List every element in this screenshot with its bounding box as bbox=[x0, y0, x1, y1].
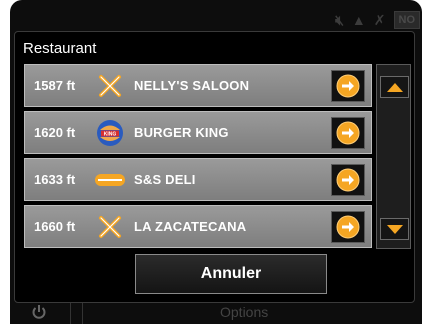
restaurant-name: BURGER KING bbox=[134, 125, 229, 140]
distance-label: 1620 ft bbox=[34, 125, 76, 140]
distance-label: 1633 ft bbox=[34, 172, 76, 187]
warning-icon: ▲ bbox=[351, 12, 366, 28]
options-button[interactable]: Options bbox=[220, 304, 268, 320]
bottom-bar: Options bbox=[10, 303, 422, 324]
satellite-icon: ✗ bbox=[373, 11, 386, 28]
scroll-up-button[interactable] bbox=[380, 76, 409, 98]
list-item[interactable]: 1660 ft LA ZACATECANA bbox=[24, 205, 372, 248]
deli-sandwich-icon bbox=[90, 165, 130, 195]
arrow-right-icon bbox=[336, 215, 360, 239]
status-bar: 🔇︎ ▲ ✗ NO bbox=[335, 10, 422, 30]
go-button[interactable] bbox=[331, 70, 365, 102]
arrow-right-icon bbox=[336, 121, 360, 145]
go-button[interactable] bbox=[331, 211, 365, 243]
list-item[interactable]: 1620 ft KING BURGER KING bbox=[24, 111, 372, 154]
go-button[interactable] bbox=[331, 164, 365, 196]
restaurant-dialog: Restaurant 1587 ft NELLY'S SALOON 1620 f… bbox=[14, 31, 415, 303]
power-icon[interactable] bbox=[32, 304, 46, 324]
distance-label: 1587 ft bbox=[34, 78, 76, 93]
mute-icon: 🔇︎ bbox=[335, 11, 344, 28]
scroll-down-icon bbox=[386, 224, 403, 234]
distance-label: 1660 ft bbox=[34, 219, 76, 234]
status-badge: NO bbox=[393, 11, 420, 29]
burger-king-logo-icon: KING bbox=[90, 118, 130, 148]
restaurant-list: 1587 ft NELLY'S SALOON 1620 ft KING BURG… bbox=[24, 64, 372, 252]
device-screen: 🔇︎ ▲ ✗ NO Restaurant 1587 ft NELLY'S SAL… bbox=[10, 0, 422, 324]
divider bbox=[82, 303, 83, 324]
restaurant-name: S&S DELI bbox=[134, 172, 196, 187]
cutlery-icon bbox=[90, 71, 130, 101]
list-item[interactable]: 1587 ft NELLY'S SALOON bbox=[24, 64, 372, 107]
cancel-button[interactable]: Annuler bbox=[135, 254, 327, 294]
svg-text:KING: KING bbox=[104, 131, 117, 137]
go-button[interactable] bbox=[331, 117, 365, 149]
arrow-right-icon bbox=[336, 168, 360, 192]
scroll-down-button[interactable] bbox=[380, 218, 409, 240]
divider bbox=[70, 303, 71, 324]
scrollbar[interactable] bbox=[376, 64, 411, 249]
cutlery-icon bbox=[90, 212, 130, 242]
restaurant-name: LA ZACATECANA bbox=[134, 219, 247, 234]
list-item[interactable]: 1633 ft S&S DELI bbox=[24, 158, 372, 201]
restaurant-name: NELLY'S SALOON bbox=[134, 78, 250, 93]
scroll-up-icon bbox=[386, 82, 403, 92]
arrow-right-icon bbox=[336, 74, 360, 98]
dialog-title: Restaurant bbox=[23, 40, 97, 57]
